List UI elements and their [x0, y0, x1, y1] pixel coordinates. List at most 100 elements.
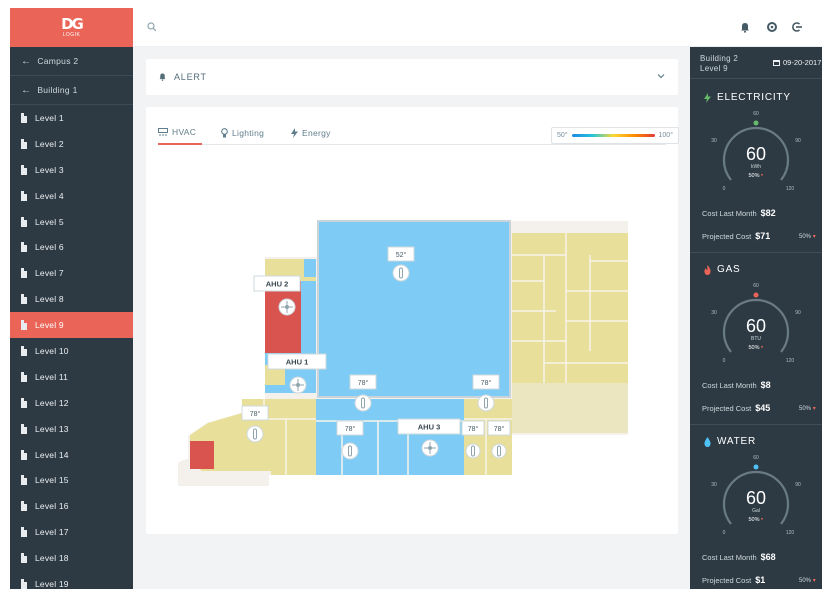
tab-energy[interactable]: Energy — [291, 121, 331, 145]
building-icon — [21, 397, 27, 408]
gauge-tick: 0 — [723, 530, 726, 536]
cost-last-month-row: Cost Last Month $8 — [702, 380, 822, 390]
bolt-icon — [704, 92, 711, 103]
cost-last-value: $68 — [760, 552, 776, 562]
sidebar-item-level-1[interactable]: Level 1 — [10, 105, 133, 131]
date-picker[interactable]: 09-20-2017 — [773, 58, 821, 67]
arrow-down-icon: ▾ — [812, 577, 816, 584]
gauge-value: 60 — [746, 316, 766, 336]
building-icon — [21, 527, 27, 538]
sidebar: DG LOGIK ← Campus 2 ← Building 1 Level 1… — [10, 8, 133, 589]
sidebar-item-level-10[interactable]: Level 10 — [10, 338, 133, 364]
view-tabs: HVAC Lighting Energy 50° 100° — [158, 117, 679, 145]
zone-ahu2-room[interactable] — [265, 281, 301, 353]
sidebar-item-level-18[interactable]: Level 18 — [10, 545, 133, 571]
sidebar-item-level-8[interactable]: Level 8 — [10, 286, 133, 312]
sidebar-item-level-9[interactable]: Level 9 — [10, 312, 133, 339]
sidebar-item-level-3[interactable]: Level 3 — [10, 157, 133, 183]
level-label: Level 19 — [35, 578, 69, 589]
back-to-campus-link[interactable]: ← Campus 2 — [10, 47, 133, 76]
sidebar-item-level-6[interactable]: Level 6 — [10, 234, 133, 260]
gear-icon[interactable] — [766, 21, 778, 33]
bell-icon — [159, 73, 166, 81]
utility-title: GAS — [704, 264, 741, 275]
hvac-icon — [158, 128, 168, 136]
bell-icon[interactable] — [739, 21, 751, 33]
bulb-icon — [221, 128, 228, 138]
cost-last-month-row: Cost Last Month $82 — [702, 208, 822, 218]
gauge-tick: 0 — [723, 186, 726, 192]
sidebar-item-level-4[interactable]: Level 4 — [10, 183, 133, 209]
logo[interactable]: DG LOGIK — [10, 8, 133, 47]
sidebar-item-level-16[interactable]: Level 16 — [10, 493, 133, 519]
utility-title: ELECTRICITY — [704, 92, 791, 103]
building-icon — [21, 475, 27, 486]
bolt-icon — [291, 128, 298, 138]
temp-label: 78° — [481, 379, 492, 387]
cost-last-value: $82 — [760, 208, 776, 218]
level-label: Level 13 — [35, 423, 69, 434]
arrow-down-icon — [761, 346, 763, 349]
arrow-left-icon: ← — [21, 84, 32, 96]
level-label: Level 16 — [35, 501, 69, 512]
gauge-tick: 60 — [753, 455, 759, 461]
back-to-building-link[interactable]: ← Building 1 — [10, 76, 133, 105]
sidebar-item-level-15[interactable]: Level 15 — [10, 467, 133, 493]
building-icon — [21, 345, 27, 356]
level-label: Level 7 — [35, 268, 64, 279]
building-icon — [21, 190, 27, 201]
level-list: Level 1 Level 2 Level 3 Level 4 Level 5 … — [10, 105, 133, 589]
building-icon — [21, 320, 27, 331]
cost-last-label: Cost Last Month — [702, 552, 757, 562]
building-icon — [21, 553, 27, 564]
logo-mark: DG — [61, 15, 84, 33]
tab-hvac[interactable]: HVAC — [158, 121, 202, 145]
gauge-tick: 120 — [786, 530, 795, 536]
building-icon — [21, 501, 27, 512]
sidebar-item-level-12[interactable]: Level 12 — [10, 390, 133, 416]
chevron-down-icon[interactable] — [656, 71, 666, 81]
level-label: Level 3 — [35, 164, 64, 175]
panel-header: Building 2 Level 9 09-20-2017 — [690, 47, 822, 79]
building-icon — [21, 112, 27, 123]
scale-min: 50° — [557, 132, 568, 139]
temp-label: 78° — [358, 379, 369, 387]
projected-change: 50% ▾ — [799, 233, 816, 240]
projected-value: $71 — [755, 231, 771, 241]
level-label: Level 12 — [35, 397, 69, 408]
utilities-panel: Building 2 Level 9 09-20-2017 ELECTRICIT… — [690, 47, 822, 589]
sidebar-item-level-13[interactable]: Level 13 — [10, 416, 133, 442]
search-icon[interactable] — [147, 22, 157, 32]
utility-name: GAS — [717, 264, 741, 275]
sidebar-item-level-11[interactable]: Level 11 — [10, 364, 133, 390]
logout-icon[interactable] — [791, 21, 803, 33]
sidebar-item-level-17[interactable]: Level 17 — [10, 519, 133, 545]
sidebar-item-level-19[interactable]: Level 19 — [10, 571, 133, 589]
arrow-down-icon: ▾ — [812, 405, 816, 412]
arrow-down-icon — [761, 174, 763, 177]
gas-gauge: 60 30 90 0 120 60 BTU 50% — [711, 283, 801, 364]
building-icon — [21, 578, 27, 589]
gauge-change: 50% — [748, 517, 759, 523]
gauge-tick: 60 — [753, 111, 759, 117]
tab-lighting[interactable]: Lighting — [221, 121, 264, 145]
floorplan-map: AHU 2 AHU 1 AHU 3 52° 78° 78° 78° 78° 78… — [174, 217, 632, 490]
level-label: Level 6 — [35, 242, 64, 253]
sidebar-item-level-2[interactable]: Level 2 — [10, 131, 133, 157]
sidebar-item-level-5[interactable]: Level 5 — [10, 209, 133, 235]
building-icon — [21, 138, 27, 149]
gauge-tick: 30 — [711, 482, 717, 488]
back-campus-label: Campus 2 — [37, 56, 79, 66]
projected-cost-row: Projected Cost $45 50% ▾ — [702, 403, 822, 413]
ahu2-label: AHU 2 — [266, 280, 289, 289]
zone-west-hot[interactable] — [190, 441, 214, 469]
level-label: Level 1 — [35, 112, 64, 123]
sidebar-item-level-7[interactable]: Level 7 — [10, 260, 133, 286]
arrow-left-icon: ← — [21, 55, 32, 67]
divider — [690, 424, 822, 425]
cost-last-label: Cost Last Month — [702, 208, 757, 218]
alert-panel[interactable]: ALERT — [146, 59, 678, 95]
sidebar-item-level-14[interactable]: Level 14 — [10, 442, 133, 468]
zone-south[interactable] — [316, 399, 464, 475]
projected-change-value: 50% — [799, 405, 812, 412]
